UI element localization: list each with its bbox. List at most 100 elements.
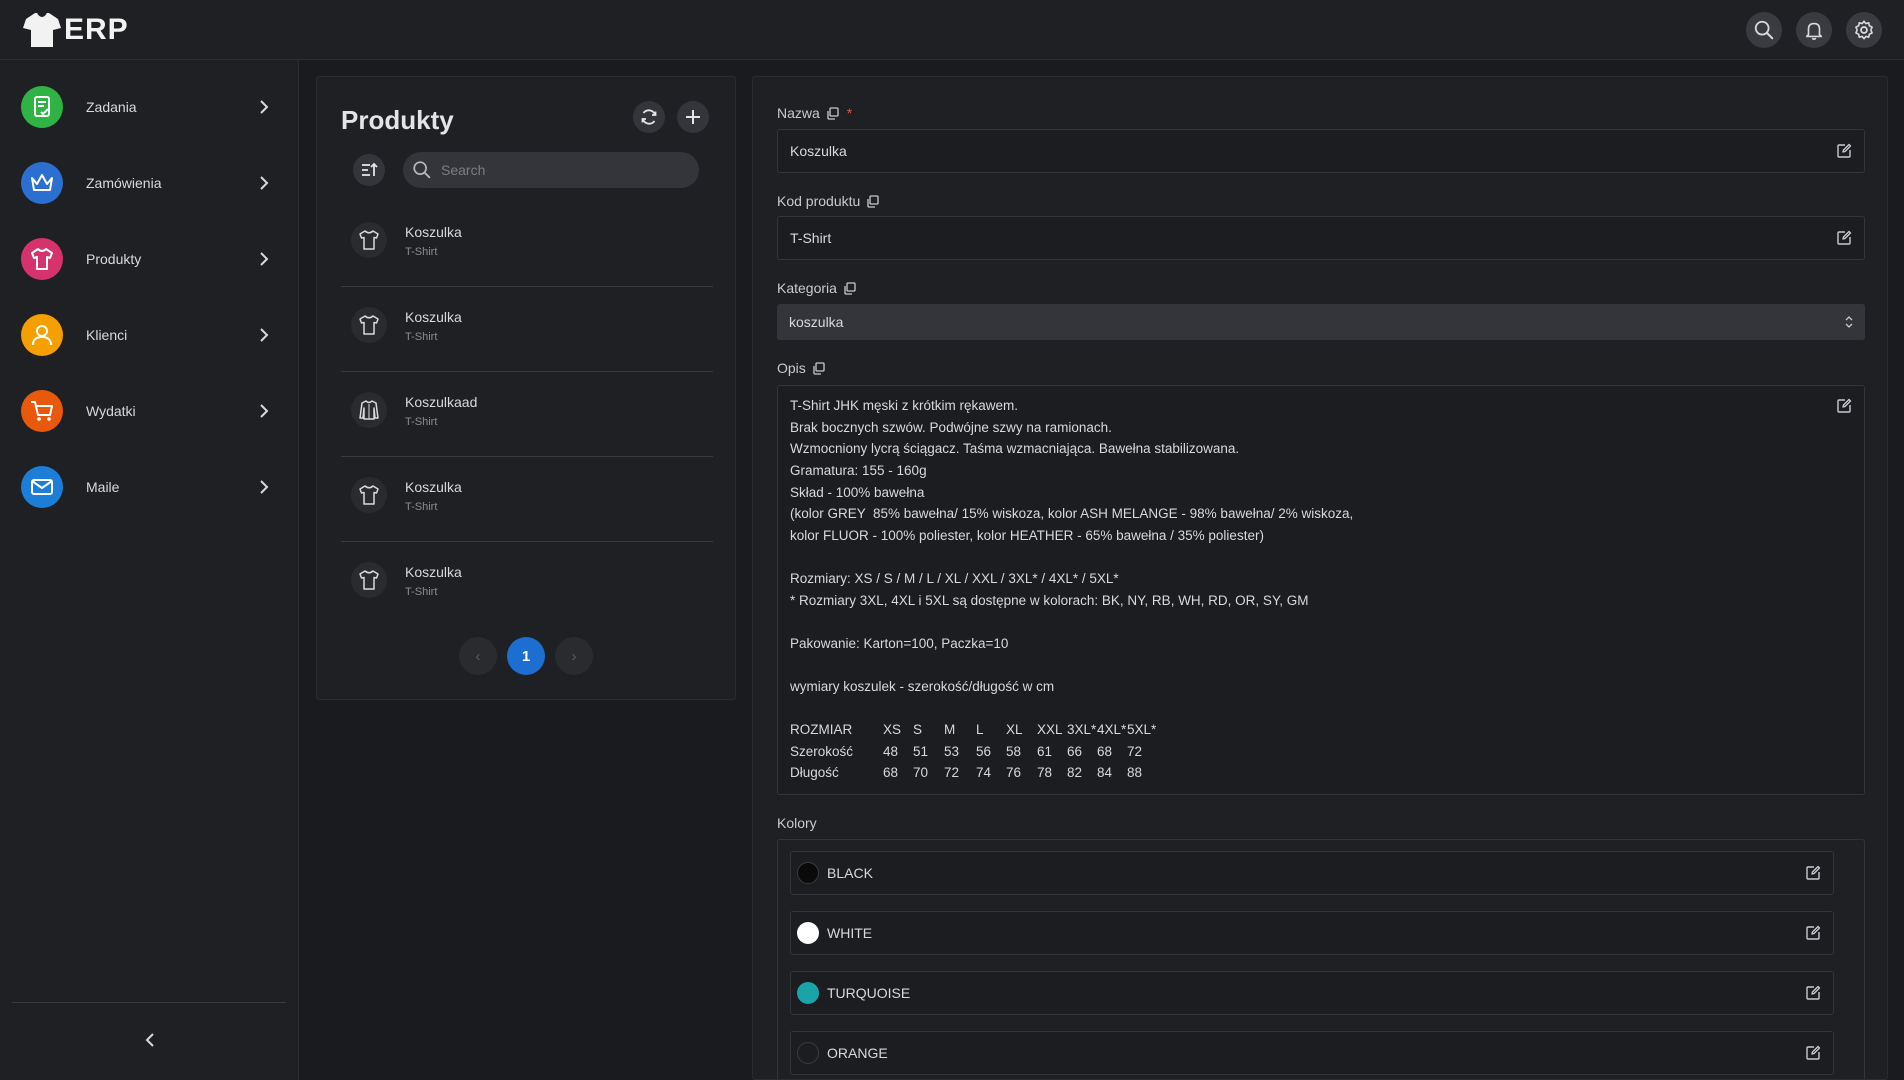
size-cell: XL [1006, 722, 1023, 737]
search-button[interactable] [1746, 12, 1782, 48]
size-cell: 68 [883, 765, 899, 780]
sidebar-item-label: Zadania [86, 99, 137, 115]
color-item-black[interactable]: BLACK [790, 851, 1834, 895]
tshirt-icon [21, 238, 63, 280]
description-line: Brak bocznych szwów. Podwójne szwy na ra… [790, 420, 1112, 435]
color-swatch [797, 922, 819, 944]
sidebar-item-label: Zamówienia [86, 175, 162, 191]
page-title: Produkty [341, 105, 454, 135]
search-field[interactable] [403, 152, 699, 188]
list-item[interactable]: Koszulka T-Shirt [341, 542, 713, 627]
name-label: Nazwa * [777, 105, 852, 121]
sidebar-item-maile[interactable]: Maile [0, 452, 299, 522]
code-field[interactable]: T-Shirt [777, 216, 1865, 260]
copy-icon[interactable] [866, 194, 879, 208]
sidebar-item-wydatki[interactable]: Wydatki [0, 376, 299, 446]
edit-icon[interactable] [1805, 1045, 1821, 1061]
next-page-button[interactable]: › [555, 637, 593, 675]
category-value: koszulka [789, 314, 844, 330]
size-cell: XXL [1037, 722, 1063, 737]
prev-page-button[interactable]: ‹ [459, 637, 497, 675]
edit-icon[interactable] [1805, 925, 1821, 941]
size-cell: 74 [976, 765, 992, 780]
list-item[interactable]: Koszulka T-Shirt [341, 457, 713, 542]
product-name: Koszulka [405, 479, 462, 495]
tshirt-icon [351, 307, 387, 343]
name-label-text: Nazwa [777, 105, 820, 121]
category-select[interactable]: koszulka [777, 304, 1865, 340]
description-line: (kolor GREY 85% bawełna/ 15% wiskoza, ko… [790, 506, 1354, 521]
color-swatch [797, 1042, 819, 1064]
edit-icon[interactable] [1836, 143, 1852, 159]
description-field[interactable]: T-Shirt JHK męski z krótkim rękawem. Bra… [777, 385, 1865, 795]
search-icon [1754, 20, 1774, 40]
sidebar-item-label: Wydatki [86, 403, 136, 419]
tasks-icon [21, 86, 63, 128]
sidebar-item-zamowienia[interactable]: Zamówienia [0, 148, 299, 218]
size-cell: 78 [1037, 765, 1053, 780]
notifications-button[interactable] [1796, 12, 1832, 48]
cart-icon [21, 390, 63, 432]
code-label-text: Kod produktu [777, 193, 861, 209]
chevron-right-icon [260, 252, 269, 266]
size-cell: 66 [1067, 744, 1083, 759]
edit-icon[interactable] [1805, 985, 1821, 1001]
name-value: Koszulka [790, 143, 847, 159]
collapse-sidebar-icon[interactable] [140, 1030, 160, 1050]
edit-icon[interactable] [1836, 398, 1852, 414]
sort-icon [362, 162, 378, 176]
chevron-right-icon [260, 100, 269, 114]
color-item-orange[interactable]: ORANGE [790, 1031, 1834, 1075]
size-cell: 70 [913, 765, 929, 780]
sidebar-item-zadania[interactable]: Zadania [0, 72, 299, 142]
size-cell: 88 [1127, 765, 1143, 780]
edit-icon[interactable] [1836, 230, 1852, 246]
product-name: Koszulka [405, 564, 462, 580]
size-cell: 72 [1127, 744, 1143, 759]
sidebar-item-label: Produkty [86, 251, 142, 267]
description-line: kolor FLUOR - 100% poliester, kolor HEAT… [790, 528, 1264, 543]
settings-button[interactable] [1846, 12, 1882, 48]
category-label-text: Kategoria [777, 280, 837, 296]
product-detail-panel: Nazwa * Koszulka Kod produktu T-Shirt Ka… [752, 76, 1888, 1080]
product-name: Koszulka [405, 224, 462, 240]
add-product-button[interactable] [677, 101, 709, 133]
size-row-label: Długość [790, 765, 839, 780]
sidebar-item-klienci[interactable]: Klienci [0, 300, 299, 370]
copy-icon[interactable] [843, 281, 856, 295]
copy-icon[interactable] [812, 361, 825, 375]
list-item[interactable]: Koszulka T-Shirt [341, 287, 713, 372]
size-cell: 4XL* [1097, 722, 1127, 737]
sidebar-item-label: Klienci [86, 327, 128, 343]
sidebar: Zadania Zamówienia Produkty Klienci Wyda… [0, 60, 299, 1080]
chevron-right-icon [260, 480, 269, 494]
color-item-white[interactable]: WHITE [790, 911, 1834, 955]
list-item[interactable]: Koszulka T-Shirt [341, 202, 713, 287]
product-code: T-Shirt [405, 246, 438, 258]
user-icon [21, 314, 63, 356]
product-list-panel: Produkty Koszulka T-Shirt Koszulka T-Shi… [316, 76, 736, 700]
tshirt-logo-icon [23, 11, 61, 47]
tshirt-icon [351, 562, 387, 598]
search-input[interactable] [441, 162, 681, 178]
size-cell: 76 [1006, 765, 1022, 780]
list-item[interactable]: Koszulkaad T-Shirt [341, 372, 713, 457]
app-logo[interactable]: ERP [22, 11, 129, 49]
page-1-button[interactable]: 1 [507, 637, 545, 675]
top-bar: ERP [0, 0, 1904, 60]
colors-label-text: Kolory [777, 815, 817, 831]
color-swatch [797, 982, 819, 1004]
color-item-turquoise[interactable]: TURQUOISE [790, 971, 1834, 1015]
bell-icon [1805, 22, 1823, 40]
size-row-label: Szerokość [790, 744, 854, 759]
edit-icon[interactable] [1805, 865, 1821, 881]
name-field[interactable]: Koszulka [777, 129, 1865, 173]
sidebar-item-produkty[interactable]: Produkty [0, 224, 299, 294]
search-icon [413, 161, 431, 179]
copy-icon[interactable] [826, 106, 839, 120]
size-cell: 3XL* [1067, 722, 1097, 737]
sort-button[interactable] [353, 154, 385, 186]
refresh-button[interactable] [633, 101, 665, 133]
tshirt-icon [351, 477, 387, 513]
size-cell: 68 [1097, 744, 1113, 759]
